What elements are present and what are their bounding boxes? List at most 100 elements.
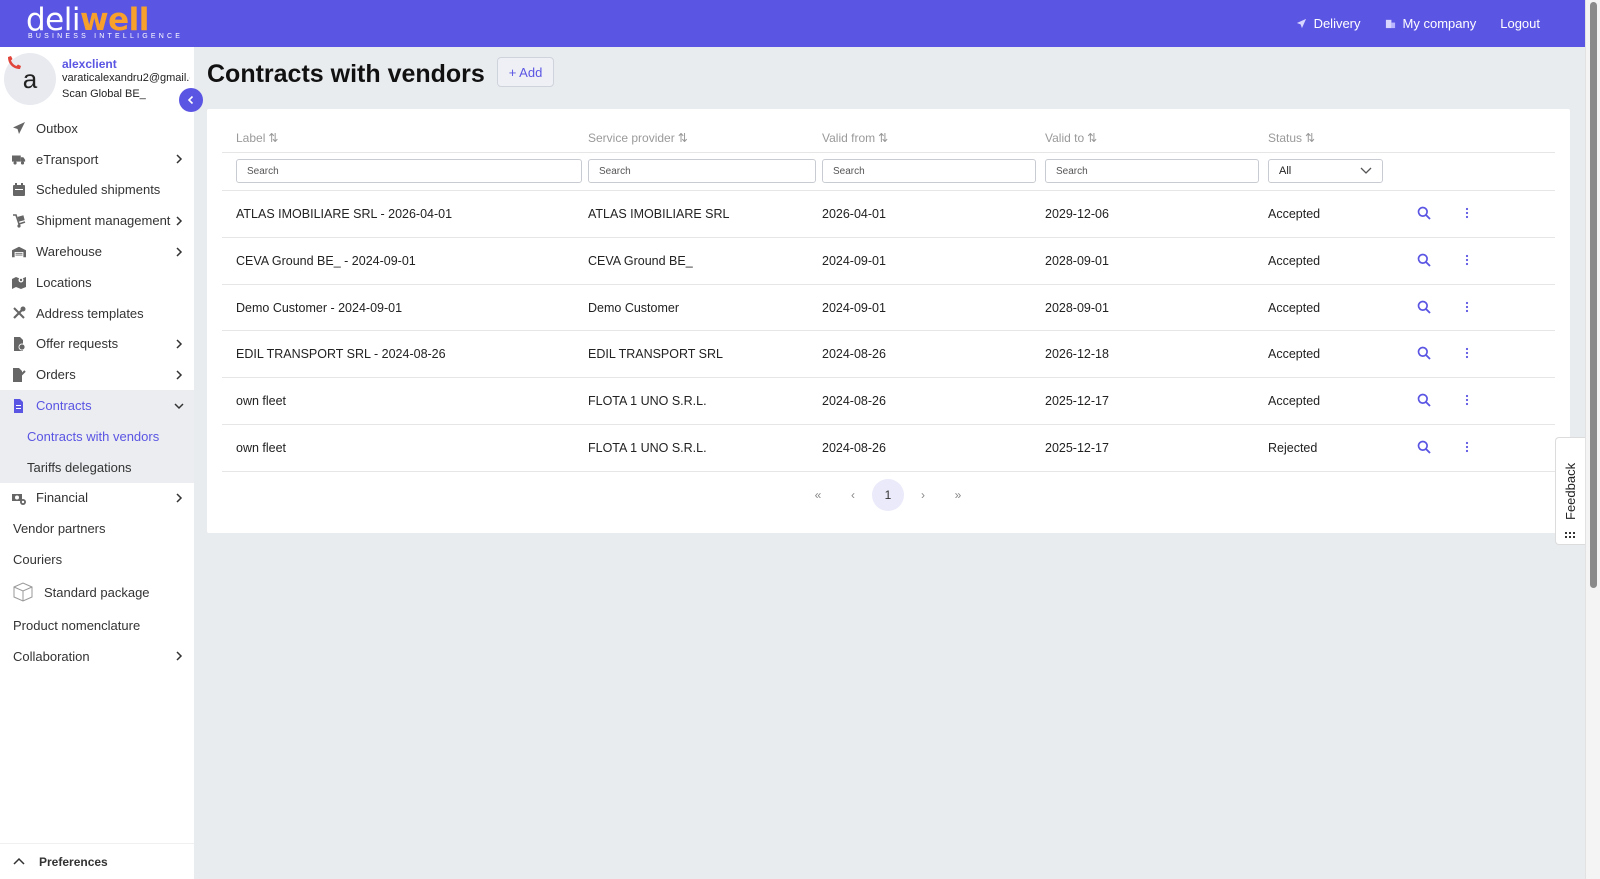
cell-valid-from: 2026-04-01 <box>822 207 886 221</box>
column-header-valid-from[interactable]: Valid from ⇅ <box>822 131 888 145</box>
cell-valid-to: 2025-12-17 <box>1045 440 1109 455</box>
view-search-icon[interactable] <box>1417 393 1431 410</box>
more-options-icon[interactable] <box>1464 206 1470 223</box>
page-number-button[interactable]: 1 <box>872 479 904 511</box>
sidebar-item-standard-package[interactable]: Standard package <box>0 575 194 610</box>
table-row[interactable]: Demo Customer - 2024-09-01 Demo Customer 2… <box>222 285 1555 332</box>
column-header-valid-to[interactable]: Valid to ⇅ <box>1045 131 1097 145</box>
chevron-up-icon <box>13 857 25 865</box>
table-row[interactable]: own fleet FLOTA 1 UNO S.R.L. 2024-08-26 202… <box>222 378 1555 425</box>
sidebar-item-shipment-management[interactable]: Shipment management <box>0 205 194 236</box>
sidebar-item-outbox[interactable]: Outbox <box>0 113 194 144</box>
cell-status: Accepted <box>1268 394 1321 409</box>
nav-delivery[interactable]: Delivery <box>1296 16 1361 31</box>
cell-valid-to: 2029-12-06 <box>1045 207 1109 221</box>
collapse-sidebar-button[interactable] <box>179 88 203 112</box>
view-search-icon[interactable] <box>1417 206 1431 223</box>
table-row[interactable]: EDIL TRANSPORT SRL - 2024-08-26 EDIL TRAN… <box>222 331 1555 379</box>
cell-label: CEVA Ground BE_ - 2024-09-01 <box>236 253 416 268</box>
first-page-button[interactable]: « <box>802 479 834 511</box>
sidebar-item-address-templates[interactable]: Address templates <box>0 298 194 329</box>
profile-company: Scan Global BE_ <box>62 88 146 100</box>
sidebar-item-etransport[interactable]: eTransport <box>0 144 194 175</box>
view-search-icon[interactable] <box>1417 346 1431 363</box>
chevron-right-icon <box>176 493 183 503</box>
preferences-label: Preferences <box>39 854 108 869</box>
column-header-status[interactable]: Status ⇅ <box>1268 131 1315 145</box>
sidebar-item-label: Locations <box>36 274 92 290</box>
building-icon <box>1385 19 1395 29</box>
column-header-label[interactable]: Label ⇅ <box>236 131 278 145</box>
sidebar-item-warehouse[interactable]: Warehouse <box>0 236 194 267</box>
sidebar-item-tariffs-delegations[interactable]: Tariffs delegations <box>0 451 194 483</box>
column-title: Status <box>1268 131 1303 145</box>
sort-icon: ⇅ <box>1305 131 1316 145</box>
sort-icon: ⇅ <box>268 131 279 145</box>
cell-label: EDIL TRANSPORT SRL - 2024-08-26 <box>236 347 446 362</box>
sidebar-item-label: Warehouse <box>36 244 102 260</box>
sidebar-item-financial[interactable]: Financial <box>0 483 194 514</box>
preferences-toggle[interactable]: Preferences <box>0 843 194 879</box>
add-contract-button[interactable]: + Add <box>497 57 554 87</box>
logo-tagline: BUSINESS INTELLIGENCE <box>28 33 184 40</box>
sidebar-item-couriers[interactable]: Couriers <box>0 544 194 575</box>
sidebar-item-label: Vendor partners <box>13 521 106 537</box>
table-row[interactable]: CEVA Ground BE_ - 2024-09-01 CEVA Ground … <box>222 238 1555 285</box>
column-header-service-provider[interactable]: Service provider ⇅ <box>588 131 688 145</box>
status-filter-select[interactable]: All <box>1268 159 1383 183</box>
sidebar-item-label: eTransport <box>36 151 99 167</box>
user-profile: a alexclient varaticalexandru2@gmail.com… <box>0 47 203 112</box>
pagination: « ‹ 1 › » <box>207 479 1570 511</box>
last-page-button[interactable]: » <box>942 479 974 511</box>
cell-label: own fleet <box>236 440 287 455</box>
valid-to-search-input[interactable] <box>1045 159 1259 183</box>
valid-from-search-input[interactable] <box>822 159 1036 183</box>
sidebar-item-locations[interactable]: Locations <box>0 267 194 298</box>
page-scrollbar[interactable] <box>1585 0 1600 879</box>
sidebar-item-vendor-partners[interactable]: Vendor partners <box>0 513 194 544</box>
sidebar-item-collaboration[interactable]: Collaboration <box>0 641 194 672</box>
column-title: Service provider <box>588 131 675 145</box>
hand-truck-icon <box>12 213 26 228</box>
contracts-table: Label ⇅ Service provider ⇅ Valid from ⇅ Val… <box>222 123 1555 472</box>
view-search-icon[interactable] <box>1417 300 1431 317</box>
nav-delivery-label: Delivery <box>1313 16 1361 31</box>
more-options-icon[interactable] <box>1464 300 1470 317</box>
sidebar-item-contracts[interactable]: Contracts <box>0 390 194 421</box>
sidebar-item-scheduled-shipments[interactable]: Scheduled shipments <box>0 175 194 206</box>
prev-page-button[interactable]: ‹ <box>837 479 869 511</box>
table-row[interactable]: ATLAS IMOBILIARE SRL - 2026-04-01 ATLAS I… <box>222 191 1555 238</box>
more-options-icon[interactable] <box>1464 393 1470 410</box>
label-search-input[interactable] <box>236 159 582 183</box>
grip-icon <box>1565 532 1575 538</box>
sidebar-item-label: Scheduled shipments <box>36 182 161 198</box>
sidebar-item-label: Address templates <box>36 305 144 321</box>
sidebar-item-orders[interactable]: Orders <box>0 359 194 390</box>
cell-valid-to: 2025-12-17 <box>1045 394 1109 409</box>
sidebar-item-label: Offer requests <box>36 336 119 352</box>
cell-valid-from: 2024-08-26 <box>822 394 886 409</box>
sidebar-item-offer-requests[interactable]: Offer requests <box>0 329 194 360</box>
nav-logout[interactable]: Logout <box>1500 16 1540 31</box>
more-options-icon[interactable] <box>1464 440 1470 457</box>
view-search-icon[interactable] <box>1417 440 1431 457</box>
paper-plane-icon <box>12 121 26 135</box>
view-search-icon[interactable] <box>1417 253 1431 270</box>
more-options-icon[interactable] <box>1464 253 1470 270</box>
truck-icon <box>12 152 26 166</box>
provider-search-input[interactable] <box>588 159 816 183</box>
scrollbar-thumb[interactable] <box>1590 2 1597 588</box>
cell-label: ATLAS IMOBILIARE SRL - 2026-04-01 <box>236 207 453 221</box>
feedback-tab[interactable]: Feedback <box>1555 437 1585 545</box>
sidebar-item-contracts-with-vendors[interactable]: Contracts with vendors <box>0 420 194 452</box>
nav-my-company[interactable]: My company <box>1385 16 1476 31</box>
more-options-icon[interactable] <box>1464 346 1470 363</box>
cell-status: Accepted <box>1268 207 1321 221</box>
table-row[interactable]: own fleet FLOTA 1 UNO S.R.L. 2024-08-26 202… <box>222 425 1555 472</box>
sort-icon: ⇅ <box>1087 131 1098 145</box>
sidebar-item-product-nomenclature[interactable]: Product nomenclature <box>0 610 194 641</box>
column-title: Label <box>236 131 266 145</box>
next-page-button[interactable]: › <box>907 479 939 511</box>
deliwell-logo[interactable]: deliwell BUSINESS INTELLIGENCE <box>26 5 180 42</box>
phone-icon <box>8 56 21 69</box>
